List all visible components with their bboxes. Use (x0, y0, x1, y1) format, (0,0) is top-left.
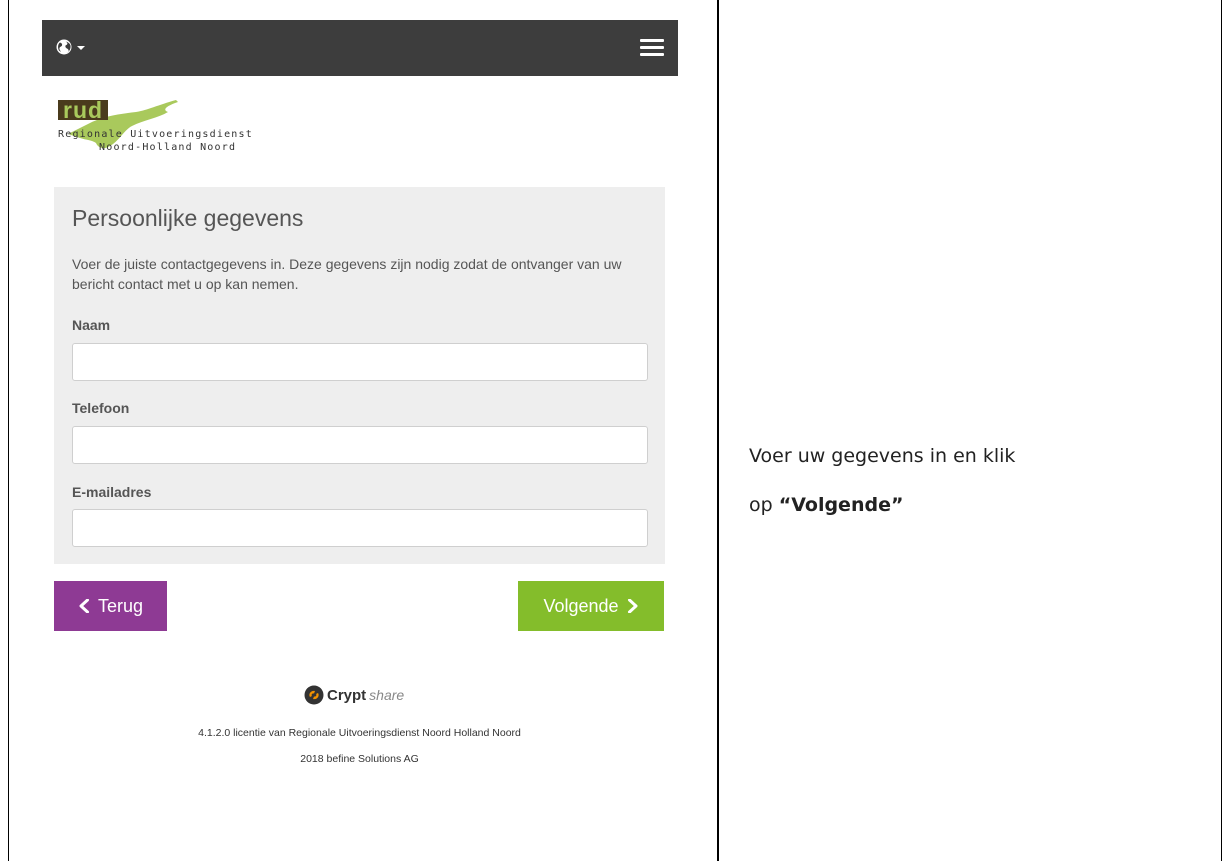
brand-share: share (369, 687, 405, 703)
hamburger-icon[interactable] (640, 39, 664, 57)
back-button[interactable]: Terug (54, 581, 167, 631)
back-button-label: Terug (97, 595, 144, 616)
cryptshare-logo: Crypt share (304, 684, 404, 706)
instruction-text: Voer uw gegevens in en klik op “Volgende… (749, 432, 1015, 530)
copyright-text: 2018 befine Solutions AG (300, 753, 419, 765)
phone-label: Telefoon (72, 400, 130, 416)
globe-icon (56, 39, 72, 55)
cryptshare-icon (304, 685, 324, 705)
logo-line2: Noord-Holland Noord (99, 142, 237, 153)
logo-line1: Regionale Uitvoeringsdienst (58, 129, 253, 140)
name-label: Naam (72, 317, 111, 333)
name-field[interactable] (72, 343, 648, 381)
next-button-label: Volgende (543, 595, 619, 616)
chevron-left-icon (79, 599, 89, 613)
instruction-line1: Voer uw gegevens in en klik (749, 445, 1016, 467)
license-text: 4.1.2.0 licentie van Regionale Uitvoerin… (198, 727, 521, 739)
logo-abbr: rud (63, 97, 104, 123)
chevron-down-icon (77, 46, 85, 50)
brand-crypt: Crypt (327, 686, 367, 704)
chevron-right-icon (627, 599, 638, 613)
panel-title: Persoonlijke gegevens (72, 205, 304, 231)
rud-logo: rud Regionale Uitvoeringsdienst Noord-Ho… (58, 96, 298, 160)
top-navbar (42, 20, 678, 76)
panel-intro: Voer de juiste contactgegevens in. Deze … (72, 256, 622, 292)
email-field[interactable] (72, 509, 648, 547)
instruction-prefix: op (749, 494, 779, 516)
column-divider (717, 0, 719, 861)
instruction-line2: op “Volgende” (749, 481, 1015, 530)
phone-field[interactable] (72, 426, 648, 464)
instruction-emphasis: “Volgende” (778, 494, 904, 516)
personal-details-panel: Persoonlijke gegevens Voer de juiste con… (54, 187, 665, 564)
language-dropdown[interactable] (56, 37, 85, 57)
email-label: E-mailadres (72, 484, 152, 500)
next-button[interactable]: Volgende (518, 581, 664, 631)
